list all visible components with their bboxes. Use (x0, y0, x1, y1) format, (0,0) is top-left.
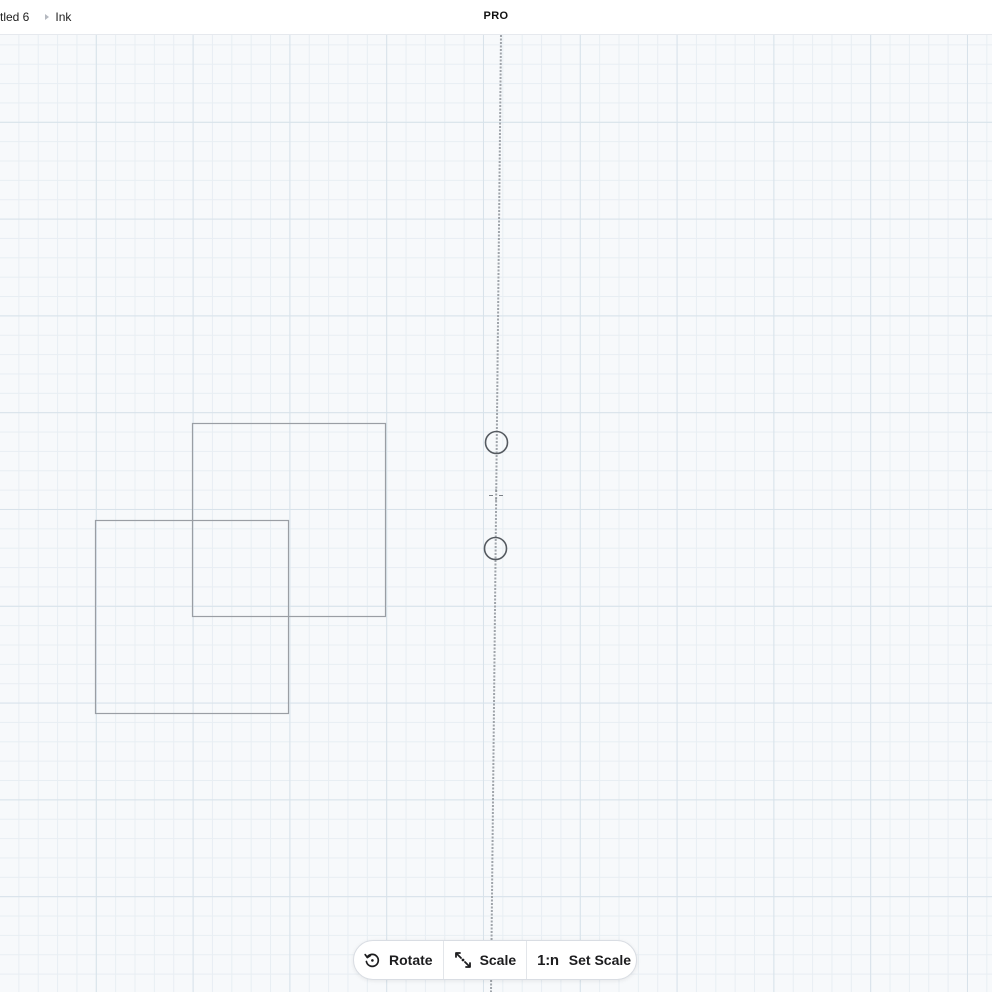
scale-icon (454, 951, 472, 969)
ruler-guide-line[interactable] (490, 35, 502, 992)
scale-button[interactable]: Scale (442, 941, 527, 979)
set-scale-button[interactable]: 1:n Set Scale (526, 941, 641, 979)
pro-badge[interactable]: PRO (0, 10, 992, 22)
canvas-drawing-layer (94, 35, 509, 992)
scale-label: Scale (479, 952, 517, 968)
rotate-icon (363, 951, 381, 969)
drawing-canvas[interactable] (0, 35, 992, 992)
top-bar: titled 6 Ink PRO (0, 0, 992, 35)
set-scale-label: Set Scale (568, 952, 632, 968)
app-window: titled 6 Ink PRO (0, 0, 992, 992)
rotate-button[interactable]: Rotate (354, 941, 443, 979)
transform-toolbar: Rotate Scale 1:n Set Scale (353, 940, 637, 980)
rotate-label: Rotate (389, 952, 433, 968)
ratio-icon: 1:n (537, 951, 559, 969)
